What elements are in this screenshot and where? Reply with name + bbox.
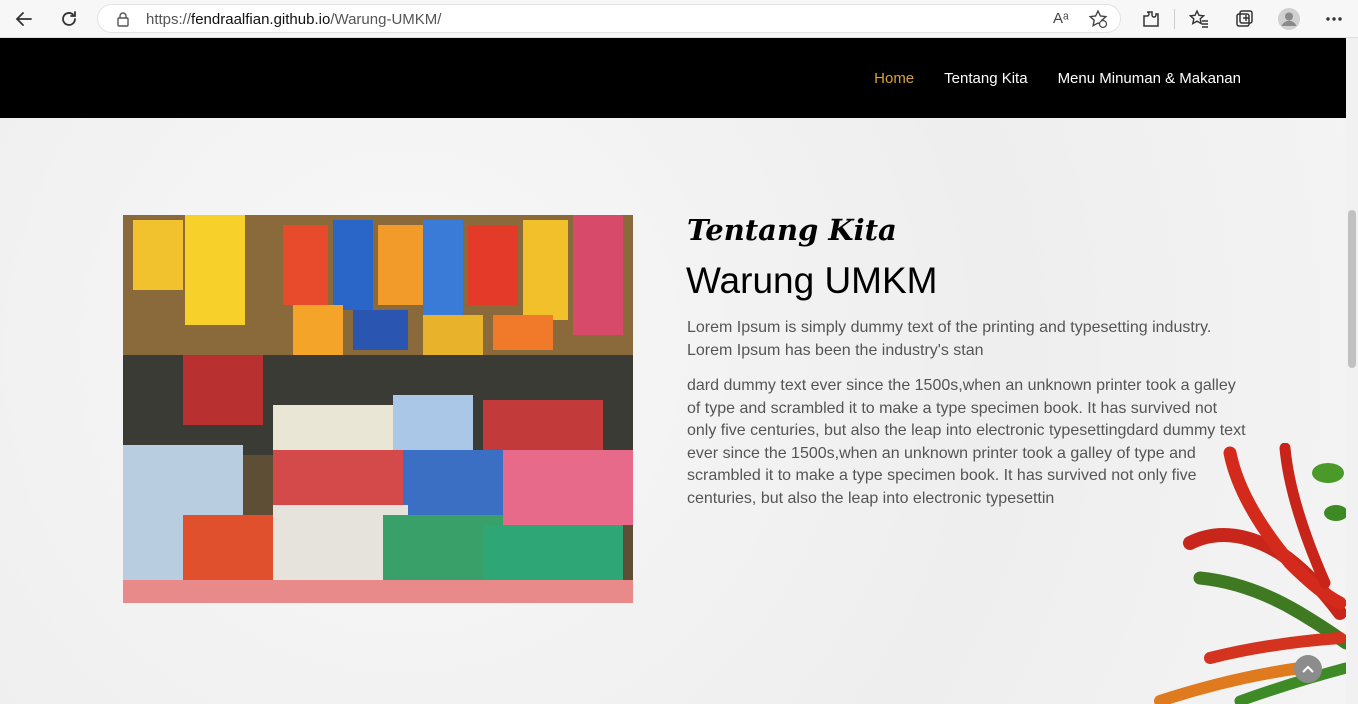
page-scrollbar[interactable] [1346,38,1358,704]
main-nav: Home Tentang Kita Menu Minuman & Makanan [874,70,1241,87]
person-icon [1278,8,1300,30]
favorite-add-icon[interactable] [1088,9,1108,34]
nav-home[interactable]: Home [874,70,914,87]
favorites-icon[interactable] [1187,7,1211,31]
url-host: fendraalfian.github.io [191,11,331,28]
read-aloud-icon[interactable]: Aᵃ [1053,10,1069,27]
nav-menu[interactable]: Menu Minuman & Makanan [1058,70,1241,87]
browser-toolbar: https://fendraalfian.github.io/Warung-UM… [0,0,1358,38]
about-section: Tentang Kita Warung UMKM Lorem Ipsum is … [0,118,1353,704]
warung-photo [123,215,633,603]
refresh-icon [62,11,76,26]
toolbar-divider [1174,9,1175,29]
scroll-to-top-button[interactable] [1294,655,1322,683]
address-bar[interactable]: https://fendraalfian.github.io/Warung-UM… [97,4,1121,33]
profile-avatar[interactable] [1277,7,1301,31]
refresh-button[interactable] [56,6,82,32]
site-header: Home Tentang Kita Menu Minuman & Makanan [0,38,1346,118]
url-prefix: https:// [146,11,192,28]
scrollbar-thumb[interactable] [1348,210,1356,368]
back-button[interactable] [11,6,37,32]
about-script-heading: Tentang Kita [687,213,897,247]
chevron-up-icon [1302,665,1314,673]
about-title: Warung UMKM [686,260,938,301]
about-paragraph-1: Lorem Ipsum is simply dummy text of the … [687,319,1212,359]
arrow-left-icon [15,12,32,26]
collections-icon[interactable] [1232,7,1256,31]
url-path: /Warung-UMKM/ [330,11,442,28]
lock-icon [116,11,130,32]
url-text: https://fendraalfian.github.io/Warung-UM… [146,11,441,28]
more-menu-icon[interactable] [1322,7,1346,31]
nav-tentang-kita[interactable]: Tentang Kita [944,70,1027,87]
extensions-icon[interactable] [1139,7,1163,31]
